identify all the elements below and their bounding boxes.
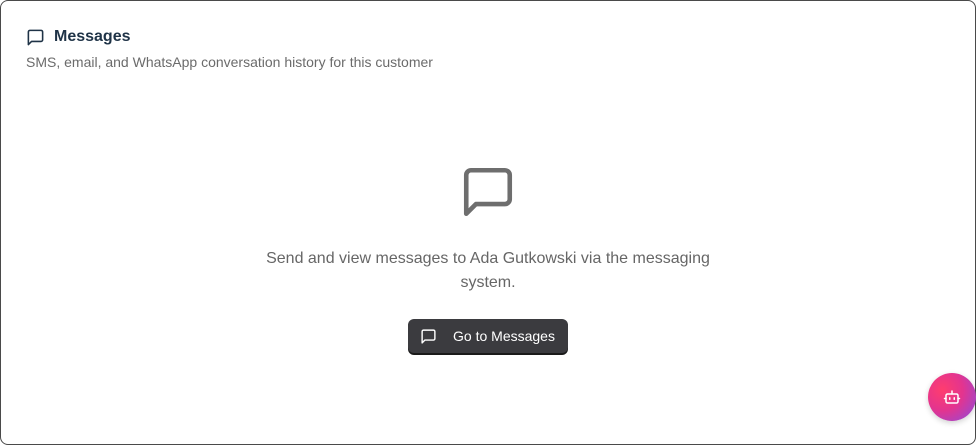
- page-title: Messages: [54, 28, 131, 45]
- assistant-fab-button[interactable]: [928, 373, 976, 421]
- bot-icon: [943, 388, 961, 406]
- page-subtitle: SMS, email, and WhatsApp conversation hi…: [26, 54, 433, 70]
- title-row: Messages: [26, 27, 433, 47]
- go-to-messages-button[interactable]: Go to Messages: [408, 319, 568, 353]
- messages-card: Messages SMS, email, and WhatsApp conver…: [0, 0, 976, 445]
- message-square-icon: [459, 163, 517, 221]
- card-header: Messages SMS, email, and WhatsApp conver…: [26, 27, 433, 71]
- empty-state-text: Send and view messages to Ada Gutkowski …: [266, 250, 710, 291]
- go-to-messages-label: Go to Messages: [453, 328, 555, 344]
- message-square-icon: [420, 328, 437, 345]
- empty-state: Send and view messages to Ada Gutkowski …: [1, 163, 975, 353]
- message-square-icon: [26, 28, 45, 47]
